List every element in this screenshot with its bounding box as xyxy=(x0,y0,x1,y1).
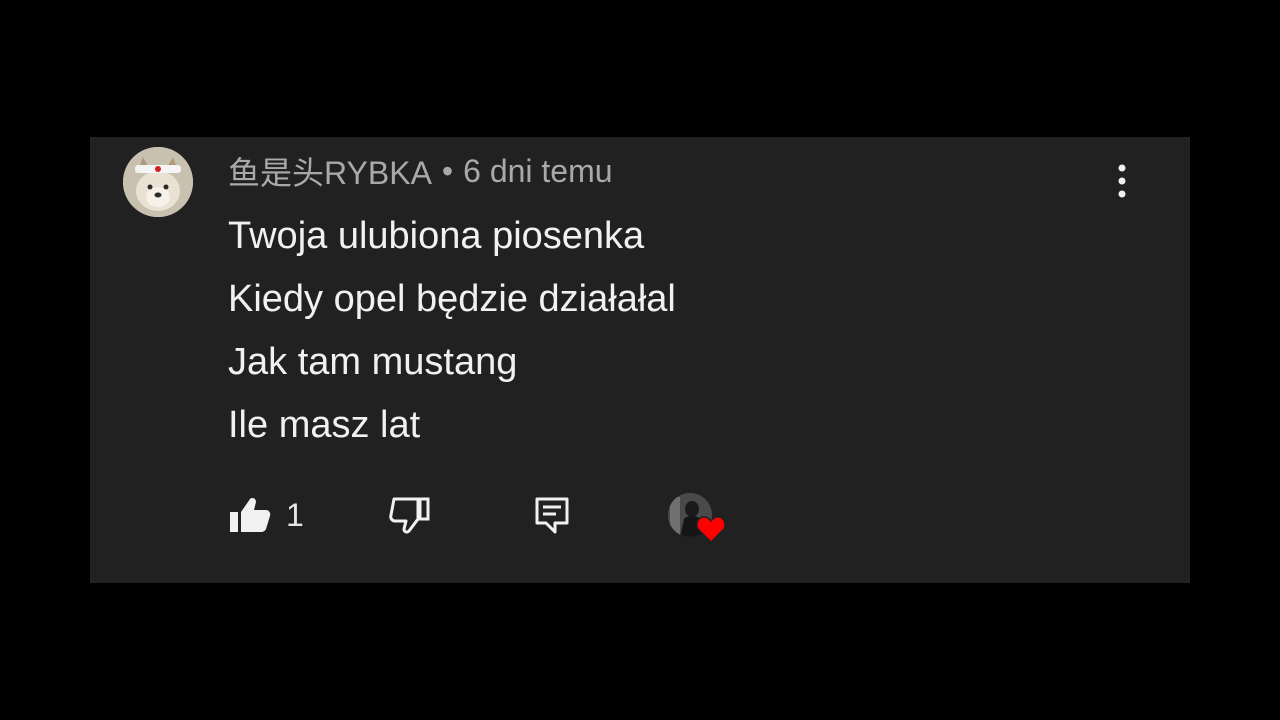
author-name[interactable]: 鱼是头RYBKA xyxy=(228,148,432,194)
reply-button[interactable] xyxy=(534,487,570,543)
comment-line: Ile masz lat xyxy=(228,404,421,446)
dislike-button[interactable] xyxy=(388,487,432,543)
reply-icon xyxy=(535,497,569,534)
comment-timestamp[interactable]: 6 dni temu xyxy=(463,153,612,190)
comment-actions: 1 xyxy=(228,487,748,543)
more-options-button[interactable] xyxy=(1110,161,1134,203)
like-button[interactable]: 1 xyxy=(228,487,304,543)
comment-header: 鱼是头RYBKA • 6 dni temu xyxy=(228,148,613,194)
comment-line: Kiedy opel będzie działałal xyxy=(228,278,676,320)
header-separator: • xyxy=(441,152,454,189)
comment-line: Twoja ulubiona piosenka xyxy=(228,215,645,257)
creator-heart-icon xyxy=(696,516,726,543)
author-avatar[interactable] xyxy=(123,147,193,217)
more-vert-icon xyxy=(1118,164,1126,198)
thumb-up-icon xyxy=(230,498,271,532)
dog-avatar-icon xyxy=(123,147,193,217)
thumb-down-icon xyxy=(389,497,430,534)
comment-line: Jak tam mustang xyxy=(228,341,518,383)
like-count: 1 xyxy=(286,496,304,533)
creator-heart-badge xyxy=(668,487,728,543)
comment-card: 鱼是头RYBKA • 6 dni temu Twoja ulubiona pio… xyxy=(90,137,1190,583)
comment-text: Twoja ulubiona piosenka Kiedy opel będzi… xyxy=(228,205,676,457)
